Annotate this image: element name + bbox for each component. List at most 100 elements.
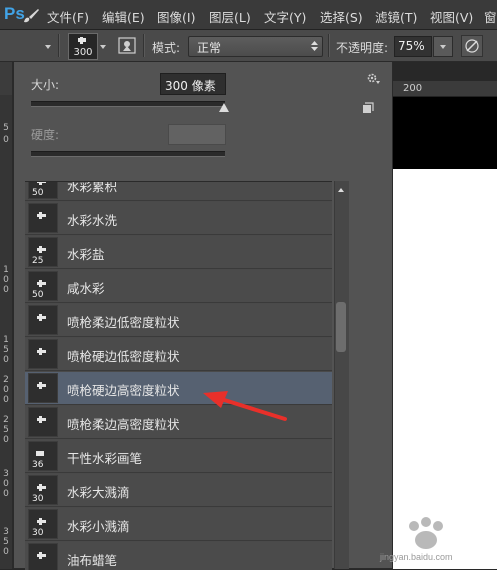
new-preset-icon[interactable] xyxy=(362,102,374,114)
brush-preset-picker[interactable]: 300 xyxy=(68,33,98,60)
size-input[interactable]: 300 像素 xyxy=(160,73,226,95)
brush-tip-icon xyxy=(37,416,46,423)
scroll-up-icon[interactable] xyxy=(338,188,344,192)
brush-name: 油布蜡笔 xyxy=(67,553,118,568)
brush-tip-icon xyxy=(78,37,86,44)
brush-thumbnail xyxy=(28,203,58,233)
brush-thumbnail: 50 xyxy=(28,271,58,301)
brush-tip-icon xyxy=(37,182,46,185)
mode-select[interactable]: 正常 xyxy=(188,36,323,57)
watermark-text: jingyan.baidu.com xyxy=(380,552,453,562)
brush-list-item[interactable]: 30 水彩大溅滴 xyxy=(25,474,332,507)
brush-name: 喷枪硬边高密度粒状 xyxy=(67,383,180,398)
vertical-ruler: 5 0 1 0 0 1 5 0 2 0 0 2 5 0 3 0 0 3 5 0 xyxy=(0,95,12,569)
size-slider[interactable] xyxy=(31,101,225,107)
menu-filter[interactable]: 滤镜(T) xyxy=(375,7,417,26)
ruler-mark: 2 5 0 xyxy=(3,415,9,445)
brush-size: 30 xyxy=(32,528,44,538)
canvas-white-area[interactable] xyxy=(393,169,497,569)
opacity-input[interactable]: 75% xyxy=(394,36,432,57)
brush-name: 水彩盐 xyxy=(67,247,105,262)
ruler-mark: 5 xyxy=(3,123,9,133)
menu-file[interactable]: 文件(F) xyxy=(47,7,89,26)
scrollbar-thumb[interactable] xyxy=(336,302,346,352)
brush-list-item[interactable]: 25 水彩盐 xyxy=(25,236,332,269)
canvas-black-area[interactable] xyxy=(393,97,497,169)
brush-name: 水彩大溅滴 xyxy=(67,485,130,500)
brush-size: 30 xyxy=(32,494,44,504)
menu-image[interactable]: 图像(I) xyxy=(157,7,195,26)
brush-name: 喷枪硬边低密度粒状 xyxy=(67,349,180,364)
pressure-opacity-icon[interactable] xyxy=(461,35,483,57)
brush-name: 水彩小溅滴 xyxy=(67,519,130,534)
tool-preset-caret-icon[interactable] xyxy=(45,45,51,49)
opacity-label: 不透明度: xyxy=(336,41,389,55)
toggle-brush-panel-icon[interactable] xyxy=(118,37,136,54)
brush-list: 50 水彩累积水彩水洗 25 水彩盐 50 咸水彩喷枪柔边低密度粒状 喷枪硬边低密度粒状 喷枪… xyxy=(25,181,332,570)
brush-name: 喷枪柔边低密度粒状 xyxy=(67,315,180,330)
brush-tip-icon xyxy=(37,314,46,321)
menu-layer[interactable]: 图层(L) xyxy=(209,7,251,26)
brush-size: 25 xyxy=(32,256,44,266)
horizontal-ruler: 200 xyxy=(393,81,497,97)
brush-thumbnail xyxy=(28,543,58,570)
brush-list-item[interactable]: 水彩水洗 xyxy=(25,202,332,235)
mode-label: 模式: xyxy=(152,41,181,55)
opacity-value: 75% xyxy=(398,39,425,53)
brush-preset-size: 300 xyxy=(73,47,93,58)
brush-name: 干性水彩画笔 xyxy=(67,451,143,466)
brush-name: 咸水彩 xyxy=(67,281,105,296)
brush-thumbnail: 30 xyxy=(28,475,58,505)
brush-list-item[interactable]: 50 咸水彩 xyxy=(25,270,332,303)
list-scrollbar[interactable] xyxy=(334,181,349,569)
brush-thumbnail: 30 xyxy=(28,509,58,539)
brush-thumbnail: 36 xyxy=(28,441,58,471)
brush-thumbnail: 25 xyxy=(28,237,58,267)
hardness-input[interactable] xyxy=(168,124,226,145)
brush-list-item[interactable]: 喷枪硬边低密度粒状 xyxy=(25,338,332,371)
gear-icon[interactable] xyxy=(366,72,380,86)
brush-tip-icon xyxy=(37,348,46,355)
menu-select[interactable]: 选择(S) xyxy=(320,7,363,26)
mode-value: 正常 xyxy=(197,41,222,55)
size-slider-thumb[interactable] xyxy=(219,103,229,112)
options-separator xyxy=(143,34,145,57)
brush-list-item[interactable]: 喷枪柔边低密度粒状 xyxy=(25,304,332,337)
brush-list-item[interactable]: 50 水彩累积 xyxy=(25,182,332,201)
brush-thumbnail xyxy=(28,339,58,369)
brush-thumbnail: 50 xyxy=(28,182,58,199)
brush-list-item[interactable]: 喷枪柔边高密度粒状 xyxy=(25,406,332,439)
brush-tip-icon xyxy=(37,382,46,389)
brush-tip-icon xyxy=(37,518,46,525)
ruler-mark: 0 xyxy=(3,135,9,145)
hardness-slider[interactable] xyxy=(31,151,225,157)
brush-tip-icon xyxy=(37,280,46,287)
brush-size: 50 xyxy=(32,188,44,198)
options-separator xyxy=(328,34,330,57)
hardness-label: 硬度: xyxy=(31,128,60,142)
brush-size: 36 xyxy=(32,460,44,470)
opacity-slider-button[interactable] xyxy=(433,36,453,57)
brush-tool-icon[interactable] xyxy=(20,6,42,26)
ruler-mark: 3 5 0 xyxy=(3,527,9,557)
brush-list-item[interactable]: 30 水彩小溅滴 xyxy=(25,508,332,541)
brush-name: 喷枪柔边高密度粒状 xyxy=(67,417,180,432)
brush-name: 水彩水洗 xyxy=(67,213,118,228)
brush-list-item[interactable]: 喷枪硬边高密度粒状 xyxy=(25,372,332,405)
chevron-down-icon xyxy=(440,45,446,49)
ruler-mark: 1 5 0 xyxy=(3,335,9,365)
menu-type[interactable]: 文字(Y) xyxy=(264,7,306,26)
brush-tip-icon xyxy=(36,451,44,456)
ruler-mark: 2 0 0 xyxy=(3,375,9,405)
menu-edit[interactable]: 编辑(E) xyxy=(102,7,145,26)
menu-bar: Ps 文件(F) 编辑(E) 图像(I) 图层(L) 文字(Y) 选择(S) 滤… xyxy=(0,0,497,30)
brush-tip-icon xyxy=(37,484,46,491)
menu-view[interactable]: 视图(V) xyxy=(430,7,473,26)
menu-window[interactable]: 窗 xyxy=(484,7,497,26)
size-label: 大小: xyxy=(31,78,60,92)
brush-list-item[interactable]: 36 干性水彩画笔 xyxy=(25,440,332,473)
brush-thumbnail xyxy=(28,373,58,403)
brush-preset-caret-icon[interactable] xyxy=(100,45,106,49)
brush-tip-icon xyxy=(37,212,46,219)
brush-list-item[interactable]: 油布蜡笔 xyxy=(25,542,332,570)
